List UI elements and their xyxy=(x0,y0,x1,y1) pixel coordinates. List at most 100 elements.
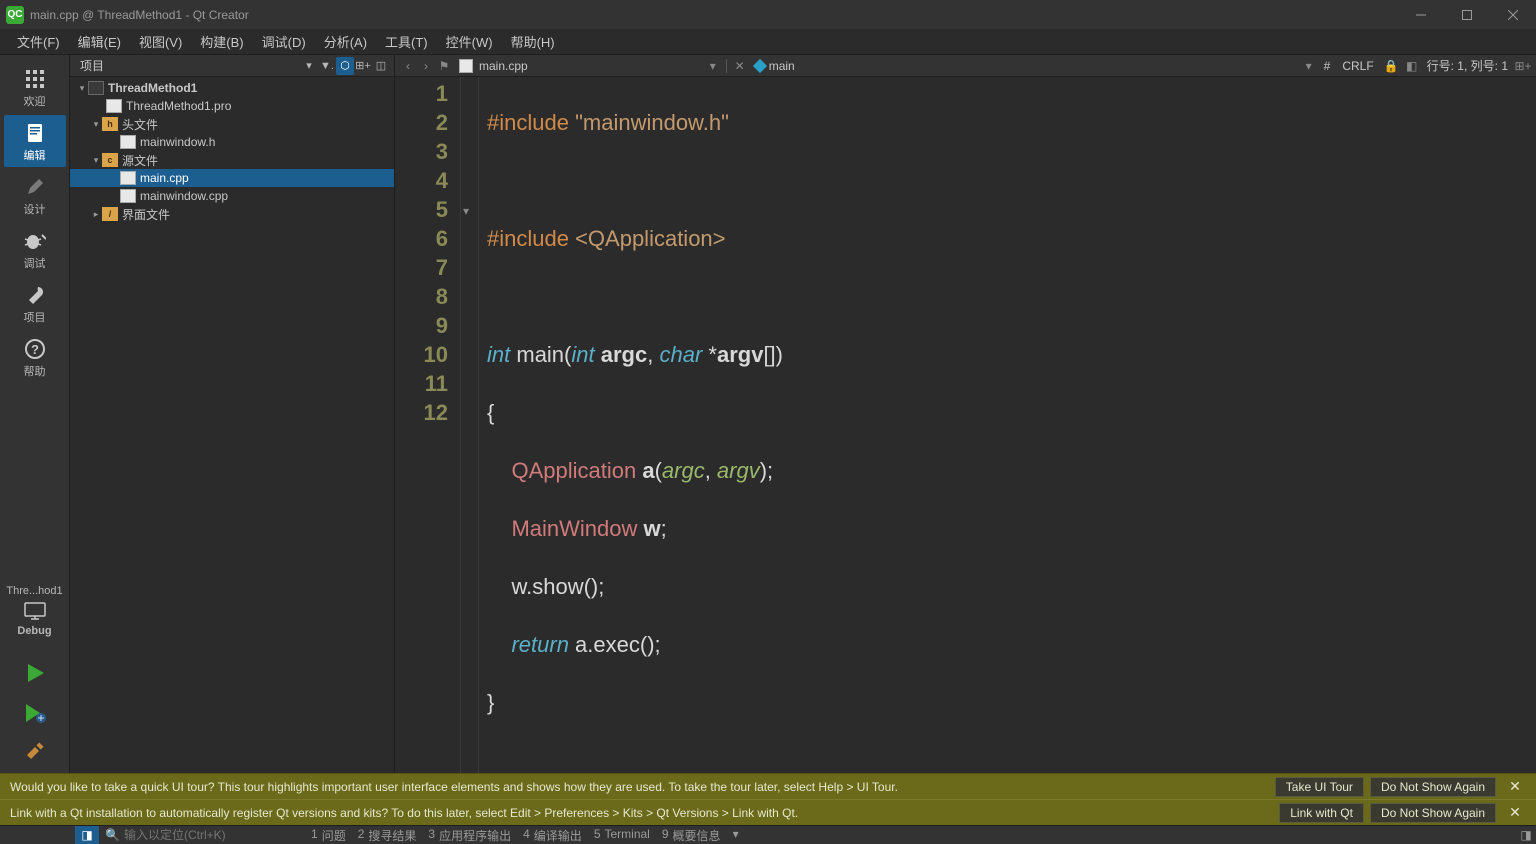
bookmark-icon[interactable]: ⚑ xyxy=(435,57,453,75)
run-button[interactable] xyxy=(19,657,51,689)
tree-file-selected[interactable]: main.cpp xyxy=(70,169,394,187)
symbol-selector[interactable]: main xyxy=(749,59,801,73)
dismiss-link-button[interactable]: Do Not Show Again xyxy=(1370,803,1496,823)
code-token: []) xyxy=(763,342,783,367)
locator[interactable]: 🔍 xyxy=(99,828,299,842)
cursor-position: 行号: 1, 列号: 1 xyxy=(1421,57,1514,74)
mode-design[interactable]: 设计 xyxy=(4,169,66,221)
title-bar: QC main.cpp @ ThreadMethod1 - Qt Creator xyxy=(0,0,1536,29)
tree-forms-folder[interactable]: ▸/界面文件 xyxy=(70,205,394,223)
mode-projects[interactable]: 项目 xyxy=(4,277,66,329)
pane-appout[interactable]: 3应用程序输出 xyxy=(428,827,511,844)
code-token: argv xyxy=(717,458,760,483)
code-token: ); xyxy=(760,458,773,483)
tree-pro-file[interactable]: ThreadMethod1.pro xyxy=(70,97,394,115)
search-icon: 🔍 xyxy=(105,828,120,842)
kit-selector[interactable]: Thre...hod1 Debug xyxy=(0,581,69,653)
code-editor[interactable]: 123456789101112 ▾ #include "mainwindow.h… xyxy=(395,77,1536,773)
lock-icon[interactable]: 🔒 xyxy=(1380,59,1403,73)
pane-search[interactable]: 2搜寻结果 xyxy=(358,827,417,844)
close-infobar-button[interactable]: ✕ xyxy=(1504,778,1526,795)
line-ending-label[interactable]: CRLF xyxy=(1336,59,1379,73)
open-file-selector[interactable]: main.cpp xyxy=(453,59,534,73)
file-icon xyxy=(106,99,122,113)
folder-c-icon: c xyxy=(102,153,118,167)
mode-edit[interactable]: 编辑 xyxy=(4,115,66,167)
menu-view[interactable]: 视图(V) xyxy=(130,29,191,54)
status-bar: ◨ 🔍 1问题 2搜寻结果 3应用程序输出 4编译输出 5Terminal 9概… xyxy=(0,825,1536,844)
code-content[interactable]: #include "mainwindow.h" #include <QAppli… xyxy=(479,77,1536,773)
menu-analyze[interactable]: 分析(A) xyxy=(315,29,376,54)
minimize-button[interactable] xyxy=(1398,0,1444,29)
line-number-gutter[interactable]: 123456789101112 xyxy=(395,77,461,773)
code-token: <QApplication> xyxy=(575,226,725,251)
mode-debug[interactable]: 调试 xyxy=(4,223,66,275)
build-button[interactable] xyxy=(19,737,51,769)
fold-marker-icon[interactable]: ▾ xyxy=(463,197,469,226)
code-token: a xyxy=(636,458,654,483)
code-token: #include xyxy=(487,226,575,251)
take-tour-button[interactable]: Take UI Tour xyxy=(1275,777,1364,797)
symbol-dropdown-icon[interactable]: ▾ xyxy=(1300,57,1318,75)
tree-sources-folder[interactable]: ▾c源文件 xyxy=(70,151,394,169)
layout-icon[interactable]: ◫ xyxy=(372,57,390,75)
filter-icon[interactable]: ▼. xyxy=(318,57,336,75)
split-icon[interactable]: ◧ xyxy=(1403,57,1421,75)
folder-ui-icon: / xyxy=(102,207,118,221)
pane-terminal[interactable]: 5Terminal xyxy=(594,827,650,844)
dropdown-icon[interactable]: ▾ xyxy=(300,57,318,75)
menu-debug[interactable]: 调试(D) xyxy=(253,29,315,54)
pane-compile[interactable]: 4编译输出 xyxy=(523,827,582,844)
project-tree[interactable]: ▾ThreadMethod1 ThreadMethod1.pro ▾h头文件 m… xyxy=(70,77,394,773)
menu-help[interactable]: 帮助(H) xyxy=(502,29,564,54)
toggle-right-sidebar-button[interactable]: ◨ xyxy=(1516,828,1536,842)
run-debug-button[interactable] xyxy=(19,697,51,729)
link-icon[interactable]: ⬡ xyxy=(336,57,354,75)
menu-tools[interactable]: 工具(T) xyxy=(376,29,437,54)
code-token: "mainwindow.h" xyxy=(575,110,729,135)
tree-file[interactable]: mainwindow.h xyxy=(70,133,394,151)
monitor-icon xyxy=(21,601,49,621)
add-split-icon[interactable]: ⊞+ xyxy=(354,57,372,75)
code-token: w xyxy=(637,516,660,541)
dismiss-tour-button[interactable]: Do Not Show Again xyxy=(1370,777,1496,797)
add-split-icon[interactable]: ⊞+ xyxy=(1514,57,1532,75)
tree-label: mainwindow.cpp xyxy=(140,189,228,203)
toggle-sidebar-button[interactable]: ◨ xyxy=(75,826,99,844)
mode-welcome[interactable]: 欢迎 xyxy=(4,61,66,113)
pane-issues[interactable]: 1问题 xyxy=(311,827,346,844)
editor-area: ‹ › ⚑ main.cpp ▾ ✕ main ▾ # CRLF 🔒 ◧ 行号:… xyxy=(395,55,1536,773)
menu-edit[interactable]: 编辑(E) xyxy=(69,29,130,54)
project-panel-header: 项目 ▾ ▼. ⬡ ⊞+ ◫ xyxy=(70,55,394,77)
fold-column[interactable]: ▾ xyxy=(461,77,479,773)
close-button[interactable] xyxy=(1490,0,1536,29)
project-panel-title: 项目 xyxy=(74,57,300,74)
tree-root[interactable]: ▾ThreadMethod1 xyxy=(70,79,394,97)
code-token: { xyxy=(487,400,494,425)
grid-icon xyxy=(23,67,47,91)
tree-label: 源文件 xyxy=(122,152,158,169)
menu-file[interactable]: 文件(F) xyxy=(8,29,69,54)
pane-dropdown-icon[interactable]: ▾ xyxy=(733,827,739,844)
pane-general[interactable]: 9概要信息 xyxy=(662,827,721,844)
pencil-icon xyxy=(23,175,47,199)
file-dropdown-icon[interactable]: ▾ xyxy=(704,57,722,75)
link-qt-button[interactable]: Link with Qt xyxy=(1279,803,1364,823)
code-token: argv xyxy=(717,342,763,367)
hash-label: # xyxy=(1318,59,1337,73)
document-icon xyxy=(23,121,47,145)
code-token: ; xyxy=(661,516,667,541)
nav-forward-button[interactable]: › xyxy=(417,57,435,75)
menu-widgets[interactable]: 控件(W) xyxy=(437,29,502,54)
locator-input[interactable] xyxy=(124,828,284,842)
maximize-button[interactable] xyxy=(1444,0,1490,29)
nav-back-button[interactable]: ‹ xyxy=(399,57,417,75)
tree-file[interactable]: mainwindow.cpp xyxy=(70,187,394,205)
mode-label: 帮助 xyxy=(24,363,46,379)
menu-build[interactable]: 构建(B) xyxy=(191,29,252,54)
close-doc-button[interactable]: ✕ xyxy=(731,57,749,75)
mode-help[interactable]: ? 帮助 xyxy=(4,331,66,383)
tree-headers-folder[interactable]: ▾h头文件 xyxy=(70,115,394,133)
close-infobar-button[interactable]: ✕ xyxy=(1504,804,1526,821)
code-token: char xyxy=(659,342,702,367)
